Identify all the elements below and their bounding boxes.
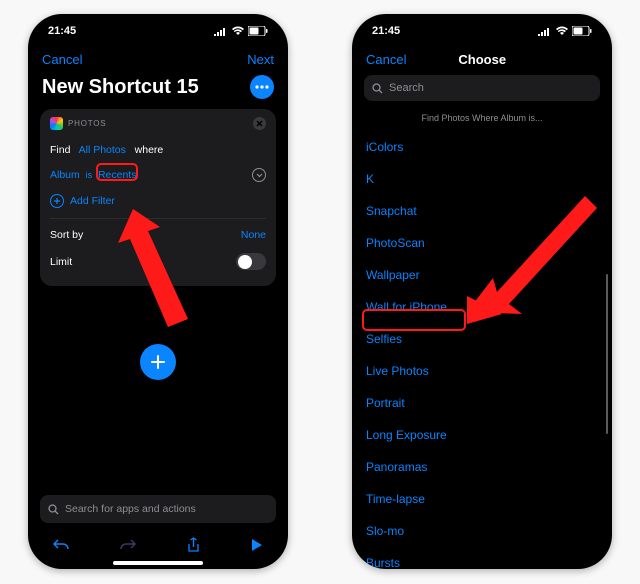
- album-item[interactable]: Portrait: [366, 387, 598, 419]
- album-item[interactable]: Wallpaper: [366, 259, 598, 291]
- scrollbar[interactable]: [606, 274, 609, 434]
- status-time: 21:45: [48, 25, 76, 37]
- limit-label: Limit: [50, 256, 72, 268]
- photos-app-icon: [50, 117, 63, 130]
- album-item[interactable]: PhotoScan: [366, 227, 598, 259]
- undo-icon: [53, 538, 69, 552]
- filter-field-token[interactable]: Album: [50, 169, 80, 181]
- album-item[interactable]: K: [366, 163, 598, 195]
- wifi-icon: [555, 26, 569, 36]
- search-icon: [372, 83, 383, 94]
- ellipsis-icon: [255, 85, 269, 89]
- find-source-token[interactable]: All Photos: [79, 144, 126, 156]
- cancel-button[interactable]: Cancel: [366, 52, 406, 67]
- signal-icon: [214, 27, 228, 36]
- home-indicator[interactable]: [113, 561, 203, 565]
- plus-icon: [150, 354, 166, 370]
- album-item[interactable]: Wall for iPhone: [366, 291, 598, 323]
- wifi-icon: [231, 26, 245, 36]
- expand-filter-button[interactable]: [252, 168, 266, 182]
- filter-op-token[interactable]: is: [86, 170, 93, 180]
- limit-toggle[interactable]: [236, 253, 266, 270]
- status-indicators: [214, 26, 268, 36]
- status-indicators: [538, 26, 592, 36]
- status-bar: 21:45: [352, 14, 612, 48]
- album-search-placeholder: Search: [389, 82, 424, 94]
- add-filter-plus-icon[interactable]: [50, 194, 64, 208]
- sort-value[interactable]: None: [241, 229, 266, 241]
- album-item[interactable]: Panoramas: [366, 451, 598, 483]
- toolbar: [28, 531, 288, 561]
- chevron-down-icon: [256, 173, 263, 178]
- album-item[interactable]: Live Photos: [366, 355, 598, 387]
- page-title: New Shortcut 15: [42, 76, 199, 99]
- album-list: iColorsKSnapchatPhotoScanWallpaperWall f…: [352, 131, 612, 561]
- action-card: PHOTOS Find All Photos where Album is Re…: [40, 109, 276, 286]
- close-icon: [256, 120, 263, 127]
- remove-action-button[interactable]: [253, 117, 266, 130]
- redo-icon: [120, 538, 136, 552]
- status-bar: 21:45: [28, 14, 288, 48]
- battery-icon: [572, 26, 592, 36]
- redo-button[interactable]: [120, 538, 136, 555]
- album-item[interactable]: Selfies: [366, 323, 598, 355]
- share-button[interactable]: [187, 537, 200, 556]
- album-item[interactable]: Slo-mo: [366, 515, 598, 547]
- add-filter-button[interactable]: Add Filter: [70, 195, 115, 207]
- nav-title: Choose: [458, 52, 506, 67]
- actions-search-field[interactable]: Search for apps and actions: [40, 495, 276, 523]
- more-button[interactable]: [250, 75, 274, 99]
- album-item[interactable]: Time-lapse: [366, 483, 598, 515]
- find-label: Find: [50, 144, 70, 156]
- phone-left: 21:45 Cancel Next New Shortcut 15 PHOTOS: [28, 14, 288, 569]
- action-app-name: PHOTOS: [68, 119, 106, 128]
- cancel-button[interactable]: Cancel: [42, 52, 82, 67]
- navbar: Cancel Next: [28, 48, 288, 75]
- sort-label: Sort by: [50, 229, 83, 241]
- phone-right: 21:45 Cancel Choose Search Find Photos W…: [352, 14, 612, 569]
- filter-value-token[interactable]: Recents: [98, 169, 137, 181]
- status-time: 21:45: [372, 25, 400, 37]
- actions-search-placeholder: Search for apps and actions: [65, 503, 196, 515]
- undo-button[interactable]: [53, 538, 69, 555]
- album-item[interactable]: Bursts: [366, 547, 598, 569]
- album-item[interactable]: iColors: [366, 131, 598, 163]
- navbar: Cancel Choose: [352, 48, 612, 75]
- signal-icon: [538, 27, 552, 36]
- battery-icon: [248, 26, 268, 36]
- choose-hint: Find Photos Where Album is...: [352, 107, 612, 131]
- next-button[interactable]: Next: [247, 52, 274, 67]
- album-item[interactable]: Snapchat: [366, 195, 598, 227]
- play-button[interactable]: [251, 538, 263, 555]
- album-search-field[interactable]: Search: [364, 75, 600, 101]
- divider: [50, 218, 266, 219]
- plus-icon: [53, 197, 61, 205]
- where-label: where: [135, 144, 164, 156]
- title-bar: New Shortcut 15: [28, 75, 288, 109]
- album-item[interactable]: Long Exposure: [366, 419, 598, 451]
- search-icon: [48, 504, 59, 515]
- add-action-fab[interactable]: [140, 344, 176, 380]
- share-icon: [187, 537, 200, 553]
- play-icon: [251, 538, 263, 552]
